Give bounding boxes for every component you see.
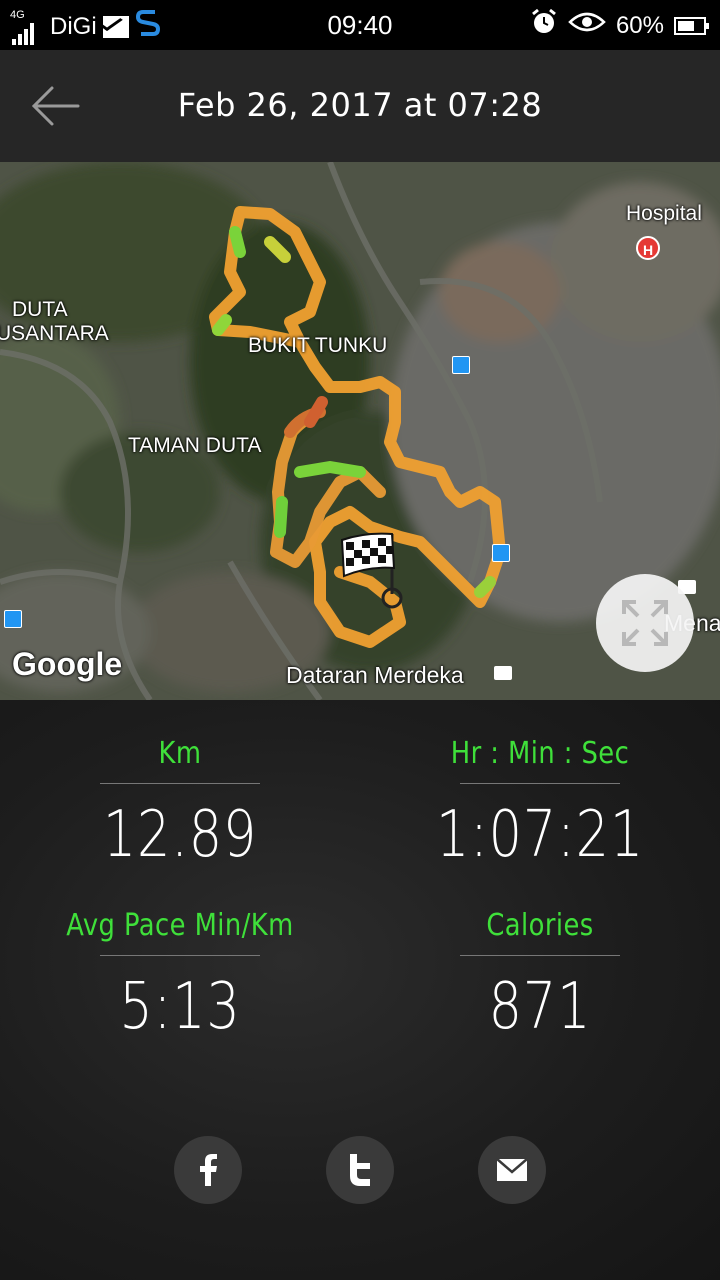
stat-distance-label: Km [158, 736, 202, 771]
stat-pace-value: 5:13 [119, 970, 241, 1044]
status-right: 60% [530, 8, 709, 43]
page-title: Feb 26, 2017 at 07:28 [177, 86, 543, 124]
stat-duration: Hr : Min : Sec 1:07:21 [400, 736, 680, 872]
google-attribution: Google [12, 646, 123, 682]
map-label-hospital: Hospital [626, 202, 702, 225]
map-label-duta: DUTA [12, 298, 68, 321]
map-label-bukit-tunku: BUKIT TUNKU [248, 334, 388, 357]
stat-calories: Calories 871 [400, 908, 680, 1044]
map-label-nusantara: USANTARA [0, 322, 109, 345]
alarm-icon [530, 8, 558, 43]
share-email-button[interactable] [478, 1136, 546, 1204]
bus-stop-icon [4, 610, 22, 628]
bus-stop-icon [452, 356, 470, 374]
stat-duration-label: Hr : Min : Sec [450, 736, 630, 771]
stat-distance-value: 12.89 [102, 798, 258, 872]
hospital-pin-icon: H [636, 236, 660, 260]
divider [460, 783, 620, 784]
divider [460, 955, 620, 956]
facebook-icon [200, 1154, 217, 1186]
bus-stop-icon [492, 544, 510, 562]
stat-duration-value: 1:07:21 [435, 798, 645, 872]
stat-pace: Avg Pace Min/Km 5:13 [40, 908, 320, 1044]
map-label-taman-duta: TAMAN DUTA [128, 434, 262, 457]
share-facebook-button[interactable] [174, 1136, 242, 1204]
stat-calories-label: Calories [486, 908, 594, 943]
battery-icon [674, 16, 709, 35]
divider [100, 955, 260, 956]
map-label-dataran-merdeka: Dataran Merdeka [286, 662, 464, 688]
camera-icon [494, 666, 512, 680]
battery-percent: 60% [615, 11, 664, 39]
expand-icon [622, 600, 668, 646]
eye-icon [568, 10, 606, 41]
stat-calories-value: 871 [488, 970, 592, 1044]
status-bar: 4G DiGi 09:40 60% [0, 0, 720, 50]
stat-distance: Km 12.89 [40, 736, 320, 872]
twitter-icon [350, 1154, 370, 1186]
stat-pace-label: Avg Pace Min/Km [66, 908, 294, 943]
share-twitter-button[interactable] [326, 1136, 394, 1204]
route-map[interactable]: Hospital H DUTA USANTARA BUKIT TUNKU TAM… [0, 162, 720, 700]
expand-map-button[interactable] [596, 574, 694, 672]
divider [100, 783, 260, 784]
mail-icon [496, 1158, 528, 1181]
app-header: Feb 26, 2017 at 07:28 [0, 50, 720, 162]
